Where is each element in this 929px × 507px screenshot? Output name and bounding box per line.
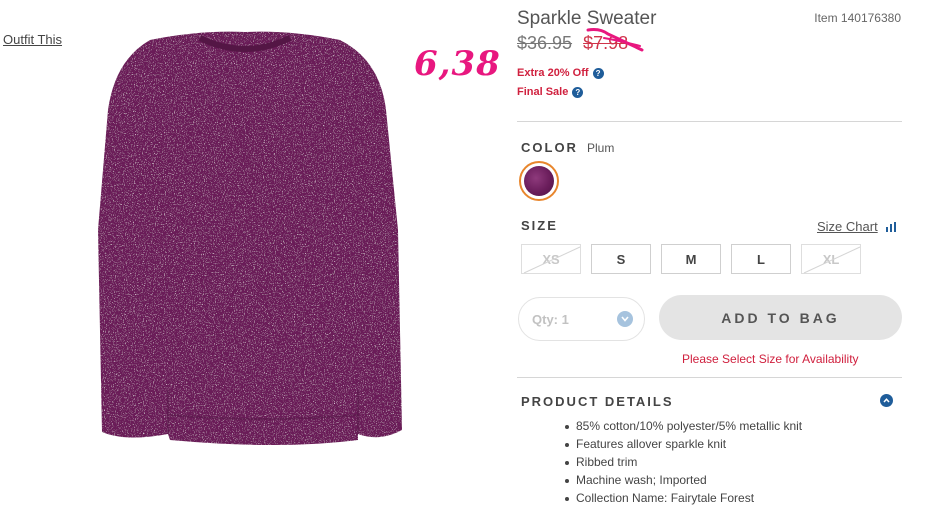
- size-option-label: L: [757, 251, 765, 267]
- outfit-this-link[interactable]: Outfit This: [3, 32, 62, 47]
- list-item: Features allover sparkle knit: [564, 436, 802, 454]
- swatch-fill: [524, 166, 554, 196]
- divider: [517, 377, 902, 378]
- color-label: COLOR: [521, 140, 578, 155]
- availability-message: Please Select Size for Availability: [682, 352, 859, 366]
- quantity-value: Qty: 1: [532, 311, 569, 327]
- handwritten-price-note: 6,38: [414, 44, 501, 84]
- size-label: SIZE: [521, 218, 558, 233]
- size-option-xs[interactable]: XS: [521, 244, 581, 274]
- promo-extra-text: Extra 20% Off: [517, 67, 589, 79]
- list-item: 85% cotton/10% polyester/5% metallic kni…: [564, 418, 802, 436]
- item-number: Item 140176380: [814, 11, 901, 25]
- promo-final-text: Final Sale: [517, 86, 569, 98]
- help-icon[interactable]: ?: [572, 86, 584, 98]
- size-chart-link[interactable]: Size Chart: [817, 219, 896, 234]
- size-selector: XS S M L XL: [521, 244, 861, 274]
- divider: [517, 121, 902, 122]
- unavailable-slash: [803, 246, 861, 274]
- size-option-l[interactable]: L: [731, 244, 791, 274]
- product-image: [98, 31, 402, 446]
- size-option-s[interactable]: S: [591, 244, 651, 274]
- scribble-strike: [586, 28, 644, 52]
- quantity-select[interactable]: Qty: 1: [518, 297, 645, 341]
- size-option-m[interactable]: M: [661, 244, 721, 274]
- list-item: Machine wash; Imported: [564, 472, 802, 490]
- original-price: $36.95: [517, 33, 573, 53]
- list-item: Collection Name: Fairytale Forest: [564, 490, 802, 507]
- bar-chart-icon: [885, 221, 896, 232]
- promo-extra-off: Extra 20% Off ?: [517, 67, 604, 79]
- size-option-label: M: [685, 251, 697, 267]
- list-item: Ribbed trim: [564, 454, 802, 472]
- size-option-xl[interactable]: XL: [801, 244, 861, 274]
- color-value: Plum: [587, 141, 615, 155]
- size-option-label: S: [616, 251, 626, 267]
- promo-final-sale: Final Sale ?: [517, 86, 584, 98]
- color-swatch-plum[interactable]: [519, 161, 559, 201]
- chevron-up-icon[interactable]: [880, 394, 893, 407]
- chevron-down-icon: [617, 311, 633, 327]
- add-to-bag-button[interactable]: ADD TO BAG: [659, 295, 902, 340]
- unavailable-slash: [523, 246, 581, 274]
- help-icon[interactable]: ?: [592, 67, 604, 79]
- size-chart-label: Size Chart: [817, 219, 878, 234]
- product-details-heading[interactable]: PRODUCT DETAILS: [521, 394, 674, 409]
- product-details-list: 85% cotton/10% polyester/5% metallic kni…: [564, 418, 802, 507]
